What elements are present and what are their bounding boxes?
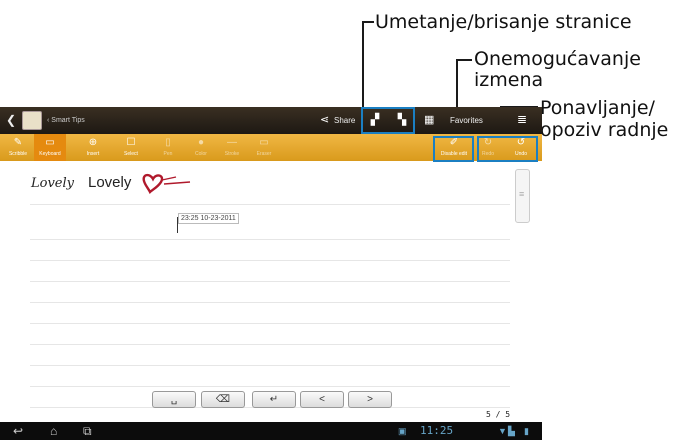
keyboard-icon: ▭ bbox=[45, 137, 55, 148]
color-tool[interactable]: ● Color bbox=[185, 134, 217, 161]
system-nav-bar: ↩ ⌂ ⧉ ▣ 11:25 ▼ ▙ ▮ bbox=[0, 422, 542, 440]
color-dot-icon: ● bbox=[197, 137, 205, 148]
pen-tool[interactable]: ▯ Pen bbox=[152, 134, 184, 161]
backspace-key[interactable]: ⌫ bbox=[201, 391, 245, 408]
notebook-title-text: Smart Tips bbox=[51, 117, 85, 124]
scribble-label: Scribble bbox=[8, 151, 28, 157]
callout-undo-redo-line2: opoziv radnje bbox=[540, 119, 669, 141]
scroll-handle[interactable] bbox=[515, 169, 530, 223]
select-tool[interactable]: ☐ Select bbox=[115, 134, 147, 161]
grid-view-icon[interactable]: ▦ bbox=[424, 113, 434, 126]
pen-label: Pen bbox=[163, 151, 173, 157]
wifi-icon: ▼ bbox=[498, 426, 507, 436]
supernote-screen: ❮ ‹ Smart Tips ⋖ Share ▞ ▚ ▦ Favorites ≣… bbox=[0, 107, 542, 440]
stroke-tool[interactable]: — Stroke bbox=[216, 134, 248, 161]
screenshot-icon: ▣ bbox=[398, 426, 407, 436]
share-icon[interactable]: ⋖ bbox=[320, 113, 329, 126]
insert-tool[interactable]: ⊕ Insert bbox=[77, 134, 109, 161]
leader-line bbox=[362, 21, 364, 113]
favorites-button[interactable]: Favorites bbox=[450, 116, 483, 125]
ruled-line bbox=[30, 204, 510, 205]
highlight-undo-redo bbox=[477, 136, 538, 162]
back-nav-icon[interactable]: ↩ bbox=[13, 423, 23, 439]
highlight-insert-delete-page bbox=[361, 107, 415, 134]
ruled-line bbox=[30, 260, 510, 261]
color-label: Color bbox=[195, 151, 207, 157]
keyboard-tool[interactable]: ▭ Keyboard bbox=[34, 134, 66, 161]
eraser-label: Eraser bbox=[256, 151, 272, 157]
keyboard-label: Keyboard bbox=[39, 151, 61, 157]
scribble-icon: ✎ bbox=[13, 137, 23, 148]
space-key[interactable]: ␣ bbox=[152, 391, 196, 408]
menu-icon[interactable]: ≣ bbox=[517, 112, 527, 126]
heart-doodle-icon bbox=[142, 173, 191, 195]
cursor-right-key[interactable]: > bbox=[348, 391, 392, 408]
share-button[interactable]: Share bbox=[334, 116, 355, 125]
callout-undo-redo-line1: Ponavljanje/ bbox=[540, 97, 655, 119]
ruled-line bbox=[30, 386, 510, 387]
timestamp-stamp: 23:25 10-23-2011 bbox=[178, 213, 239, 224]
callout-disable-edit-line2: izmena bbox=[474, 69, 544, 91]
page-counter: 5 / 5 bbox=[486, 410, 511, 419]
battery-icon: ▮ bbox=[524, 426, 529, 436]
signal-icon: ▙ bbox=[508, 426, 515, 436]
pen-icon: ▯ bbox=[165, 137, 171, 148]
eraser-icon: ▭ bbox=[259, 137, 269, 148]
ruled-line bbox=[30, 323, 510, 324]
insert-icon: ⊕ bbox=[88, 137, 98, 148]
notebook-cover-icon[interactable] bbox=[22, 111, 42, 130]
status-clock: 11:25 bbox=[420, 424, 454, 437]
note-page[interactable]: Lovely Lovely 23:25 10-23-2011 bbox=[0, 161, 542, 422]
enter-key[interactable]: ↵ bbox=[252, 391, 296, 408]
typed-text: Lovely bbox=[88, 174, 132, 191]
stroke-icon: — bbox=[227, 137, 237, 148]
ruled-line bbox=[30, 365, 510, 366]
ruled-line bbox=[30, 344, 510, 345]
title-bar: ❮ ‹ Smart Tips ⋖ Share ▞ ▚ ▦ Favorites ≣ bbox=[0, 107, 542, 134]
select-label: Select bbox=[124, 151, 138, 157]
home-nav-icon[interactable]: ⌂ bbox=[50, 423, 57, 439]
leader-line bbox=[456, 59, 472, 61]
stroke-label: Stroke bbox=[224, 151, 240, 157]
back-icon[interactable]: ❮ bbox=[6, 113, 16, 127]
notebook-title: ‹ Smart Tips bbox=[47, 117, 85, 124]
cursor-left-key[interactable]: < bbox=[300, 391, 344, 408]
select-icon: ☐ bbox=[126, 137, 136, 148]
handwritten-text: Lovely bbox=[31, 176, 74, 191]
callout-disable-edit-line1: Onemogućavanje bbox=[474, 48, 641, 70]
insert-label: Insert bbox=[86, 151, 100, 157]
callout-insert-delete-page: Umetanje/brisanje stranice bbox=[375, 11, 632, 33]
ruled-line bbox=[30, 281, 510, 282]
ruled-line bbox=[30, 239, 510, 240]
scribble-tool[interactable]: ✎ Scribble bbox=[2, 134, 34, 161]
highlight-disable-edit bbox=[433, 136, 474, 162]
eraser-tool[interactable]: ▭ Eraser bbox=[248, 134, 280, 161]
recent-apps-icon[interactable]: ⧉ bbox=[83, 423, 92, 439]
ruled-line bbox=[30, 302, 510, 303]
